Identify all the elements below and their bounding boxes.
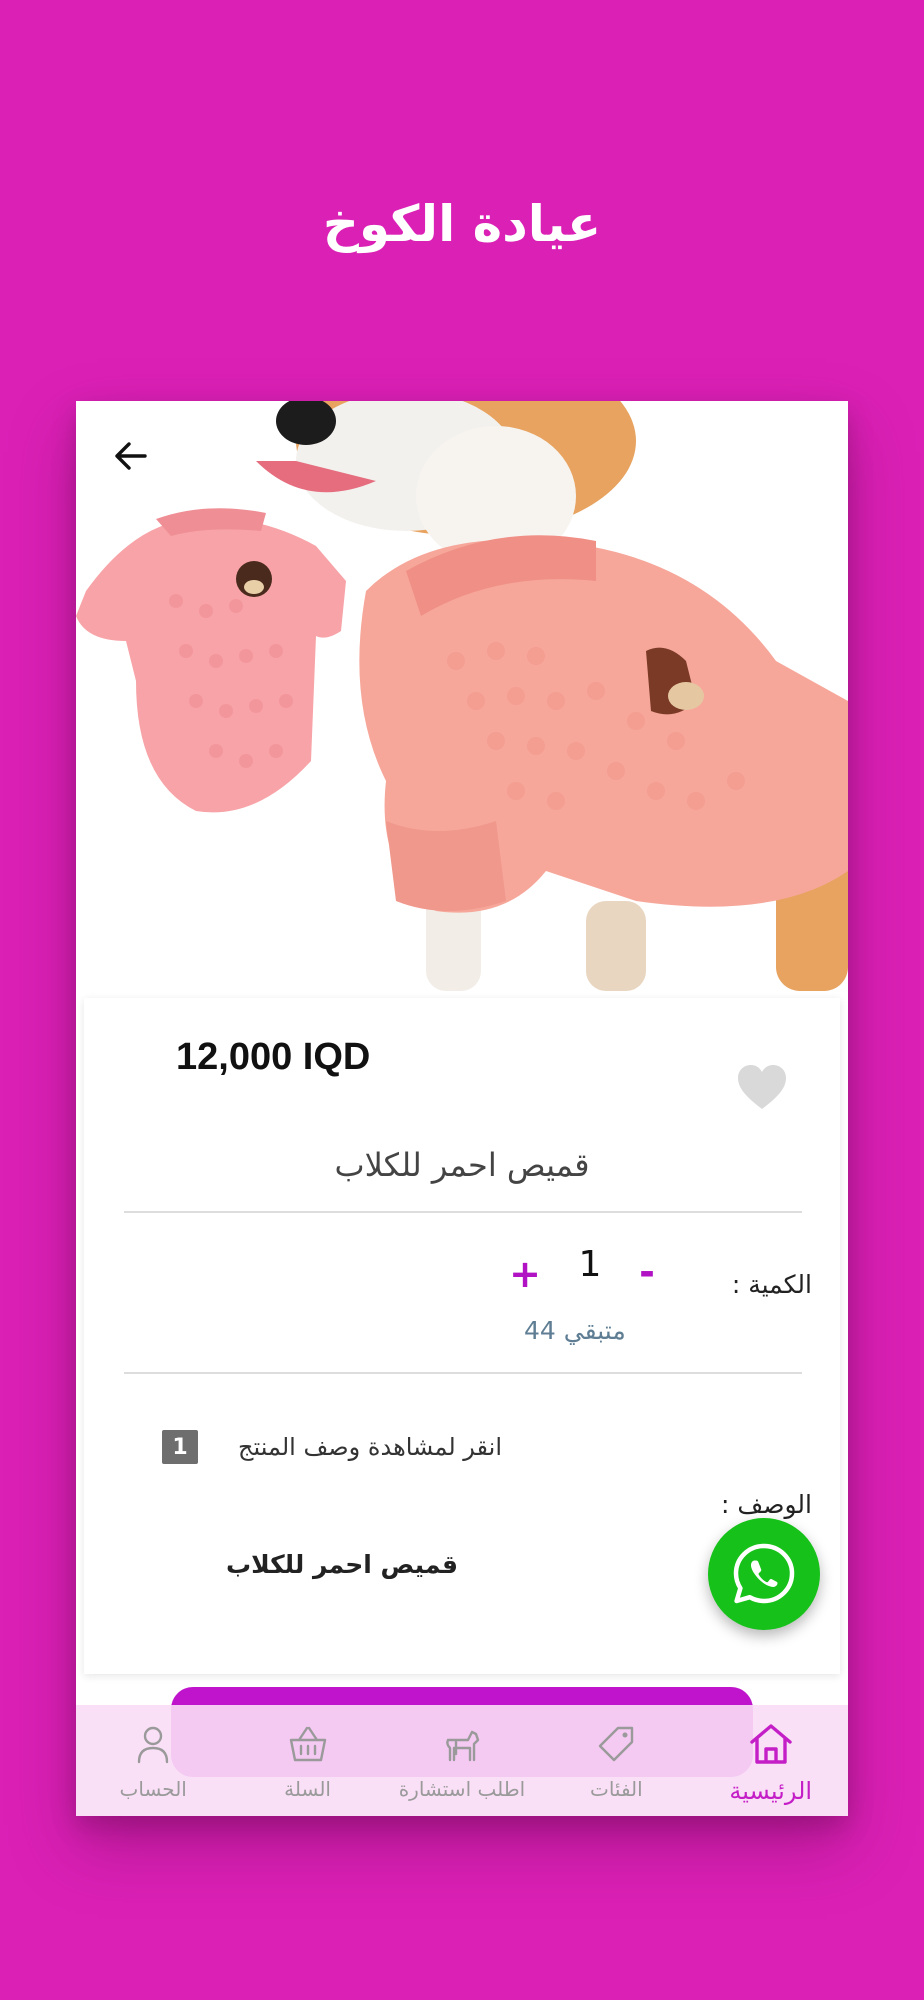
- home-icon: [750, 1724, 792, 1764]
- description-toggle-badge[interactable]: 1: [162, 1430, 198, 1464]
- nav-item-consultation[interactable]: اطلب استشارة: [387, 1721, 537, 1801]
- nav-item-account[interactable]: الحساب: [78, 1721, 228, 1801]
- description-text: قميص احمر للكلاب: [226, 1550, 458, 1579]
- promo-title: عيادة الكوخ: [322, 195, 602, 253]
- nav-label-home: الرئيسية: [729, 1777, 813, 1805]
- product-image: [76, 401, 848, 991]
- back-button[interactable]: [106, 431, 156, 481]
- nav-label-categories: الفئات: [589, 1777, 643, 1801]
- arrow-left-icon: [115, 442, 147, 470]
- bottom-nav: الرئيسية الفئات اطلب استشارة السلة الحسا…: [76, 1705, 848, 1816]
- tag-icon: [599, 1726, 634, 1762]
- description-toggle-label[interactable]: انقر لمشاهدة وصف المنتج: [238, 1433, 502, 1461]
- basket-icon: [289, 1726, 326, 1762]
- nav-item-cart[interactable]: السلة: [233, 1721, 383, 1801]
- stock-remaining: متبقي 44: [524, 1316, 626, 1345]
- user-icon: [137, 1726, 169, 1764]
- divider: [124, 1372, 802, 1374]
- nav-item-categories[interactable]: الفئات: [541, 1721, 691, 1801]
- product-name: قميص احمر للكلاب: [334, 1146, 590, 1184]
- quantity-value: 1: [578, 1244, 602, 1285]
- nav-label-consultation: اطلب استشارة: [398, 1777, 526, 1801]
- product-photo-illustration: [76, 401, 848, 991]
- heart-icon: [738, 1065, 786, 1109]
- quantity-label: الكمية :: [731, 1270, 812, 1299]
- pet-icon: [446, 1730, 480, 1762]
- nav-label-account: الحساب: [119, 1777, 187, 1801]
- whatsapp-button[interactable]: [708, 1518, 820, 1630]
- favorite-button[interactable]: [736, 1063, 788, 1111]
- product-price: 12,000 IQD: [176, 1036, 371, 1078]
- whatsapp-icon: [733, 1543, 795, 1604]
- quantity-increase-button[interactable]: +: [507, 1252, 543, 1296]
- nav-label-cart: السلة: [284, 1777, 331, 1801]
- quantity-decrease-button[interactable]: -: [632, 1250, 662, 1294]
- nav-item-home[interactable]: الرئيسية: [696, 1721, 846, 1805]
- divider: [124, 1211, 802, 1213]
- description-label: الوصف :: [721, 1490, 812, 1519]
